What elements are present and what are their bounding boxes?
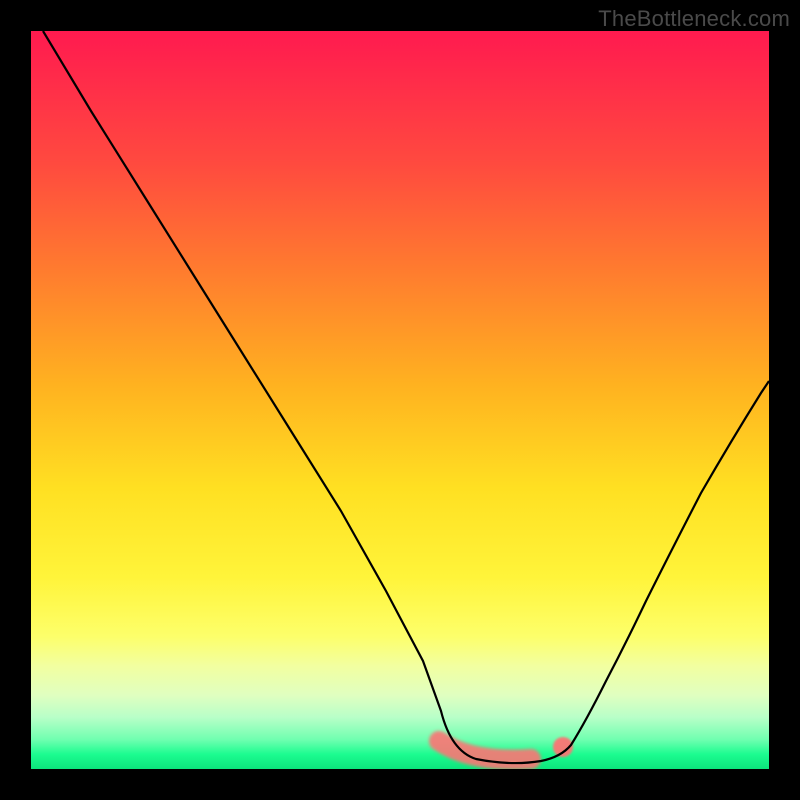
curve-svg (31, 31, 769, 769)
bottleneck-curve (43, 31, 769, 763)
chart-frame: TheBottleneck.com (0, 0, 800, 800)
watermark-text: TheBottleneck.com (598, 6, 790, 32)
optimal-zone-glow (439, 741, 531, 760)
plot-area (31, 31, 769, 769)
